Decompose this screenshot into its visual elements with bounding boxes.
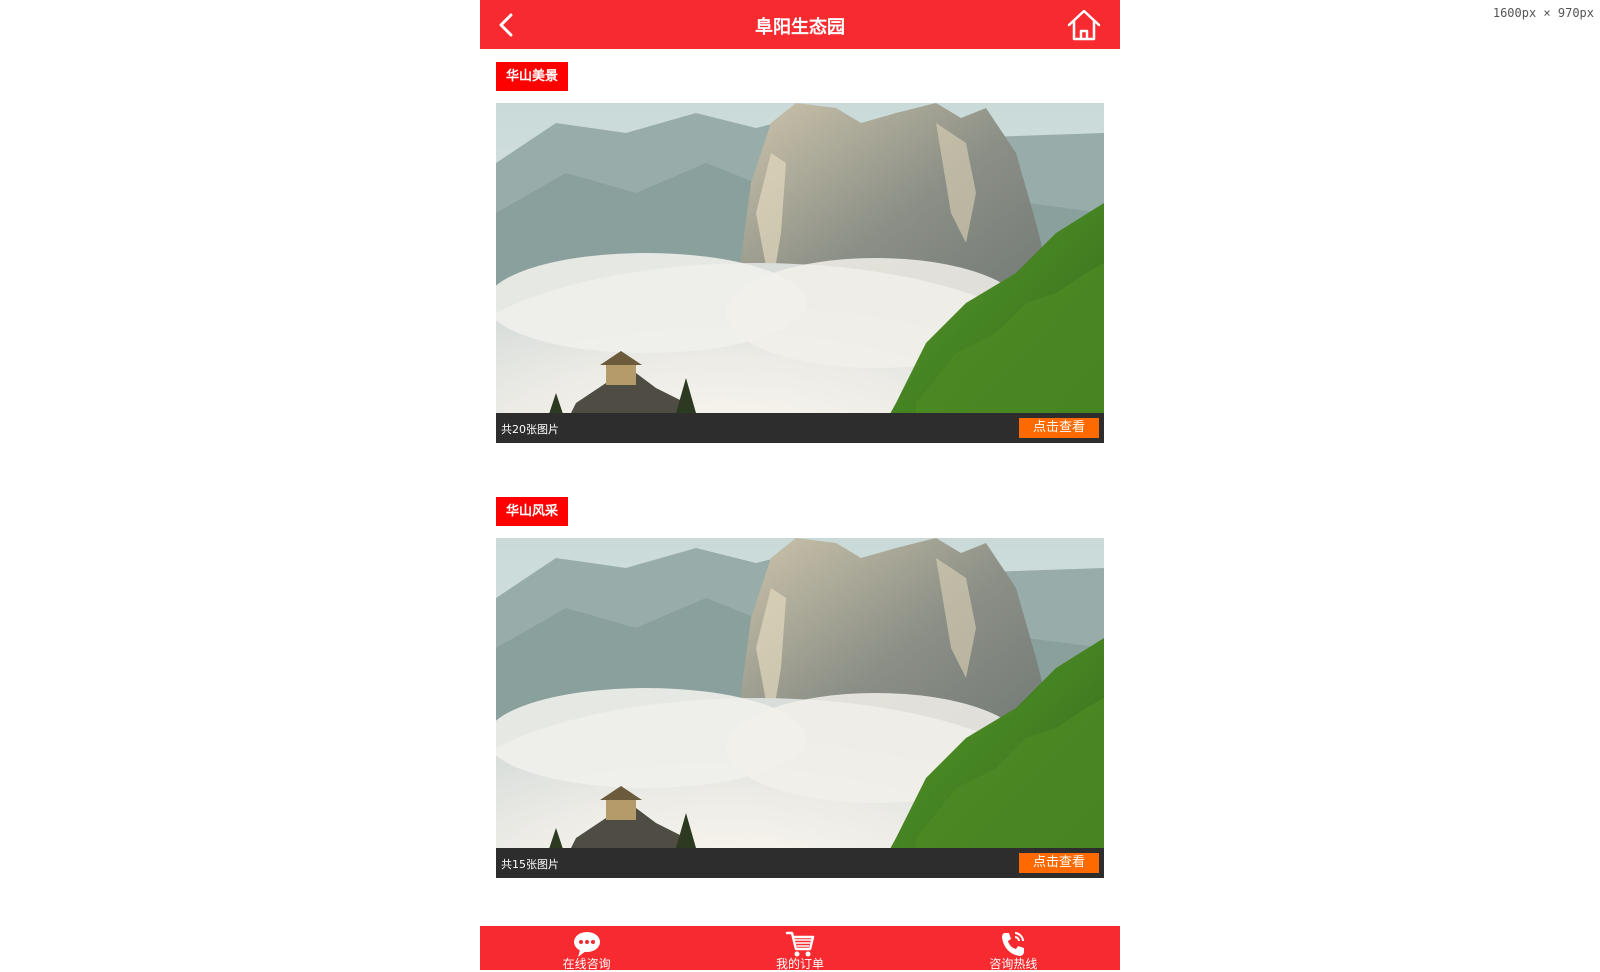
chat-bubble-icon <box>573 932 600 957</box>
home-icon <box>1067 9 1101 41</box>
nav-item-hotline[interactable]: 咨询热线 <box>907 926 1120 971</box>
mountain-scenery-image <box>496 538 1104 878</box>
nav-item-label: 咨询热线 <box>989 957 1038 971</box>
view-gallery-button[interactable]: 点击查看 <box>1019 418 1099 438</box>
view-gallery-button[interactable]: 点击查看 <box>1019 853 1099 873</box>
nav-item-label: 我的订单 <box>775 957 824 971</box>
gallery-card[interactable]: 共15张图片 点击查看 <box>496 538 1104 878</box>
shopping-cart-icon <box>785 931 815 957</box>
gallery-card[interactable]: 共20张图片 点击查看 <box>496 103 1104 443</box>
bottom-nav: 在线咨询 我的订单 咨询热线 <box>480 926 1120 971</box>
page-title: 阜阳生态园 <box>755 17 845 38</box>
top-header: 阜阳生态园 <box>480 0 1120 49</box>
photo-count: 共15张图片 <box>501 858 559 871</box>
phone-icon <box>1002 932 1025 956</box>
nav-item-label: 在线咨询 <box>562 957 611 971</box>
photo-count: 共20张图片 <box>501 423 559 436</box>
caption-bar: 共15张图片 点击查看 <box>496 848 1104 878</box>
viewport-size-label: 1600px × 970px <box>1492 6 1594 20</box>
section-tag: 华山风采 <box>496 497 569 526</box>
home-button[interactable] <box>1066 7 1102 43</box>
section-tag: 华山美景 <box>496 62 569 91</box>
app-frame: 阜阳生态园 华山美景 共20张图片 点击查看 华山风采 共15张图片 点击查看 … <box>480 0 1120 971</box>
nav-item-online-consult[interactable]: 在线咨询 <box>480 926 693 971</box>
mountain-scenery-image <box>496 103 1104 443</box>
nav-item-my-orders[interactable]: 我的订单 <box>693 926 906 971</box>
caption-bar: 共20张图片 点击查看 <box>496 413 1104 443</box>
